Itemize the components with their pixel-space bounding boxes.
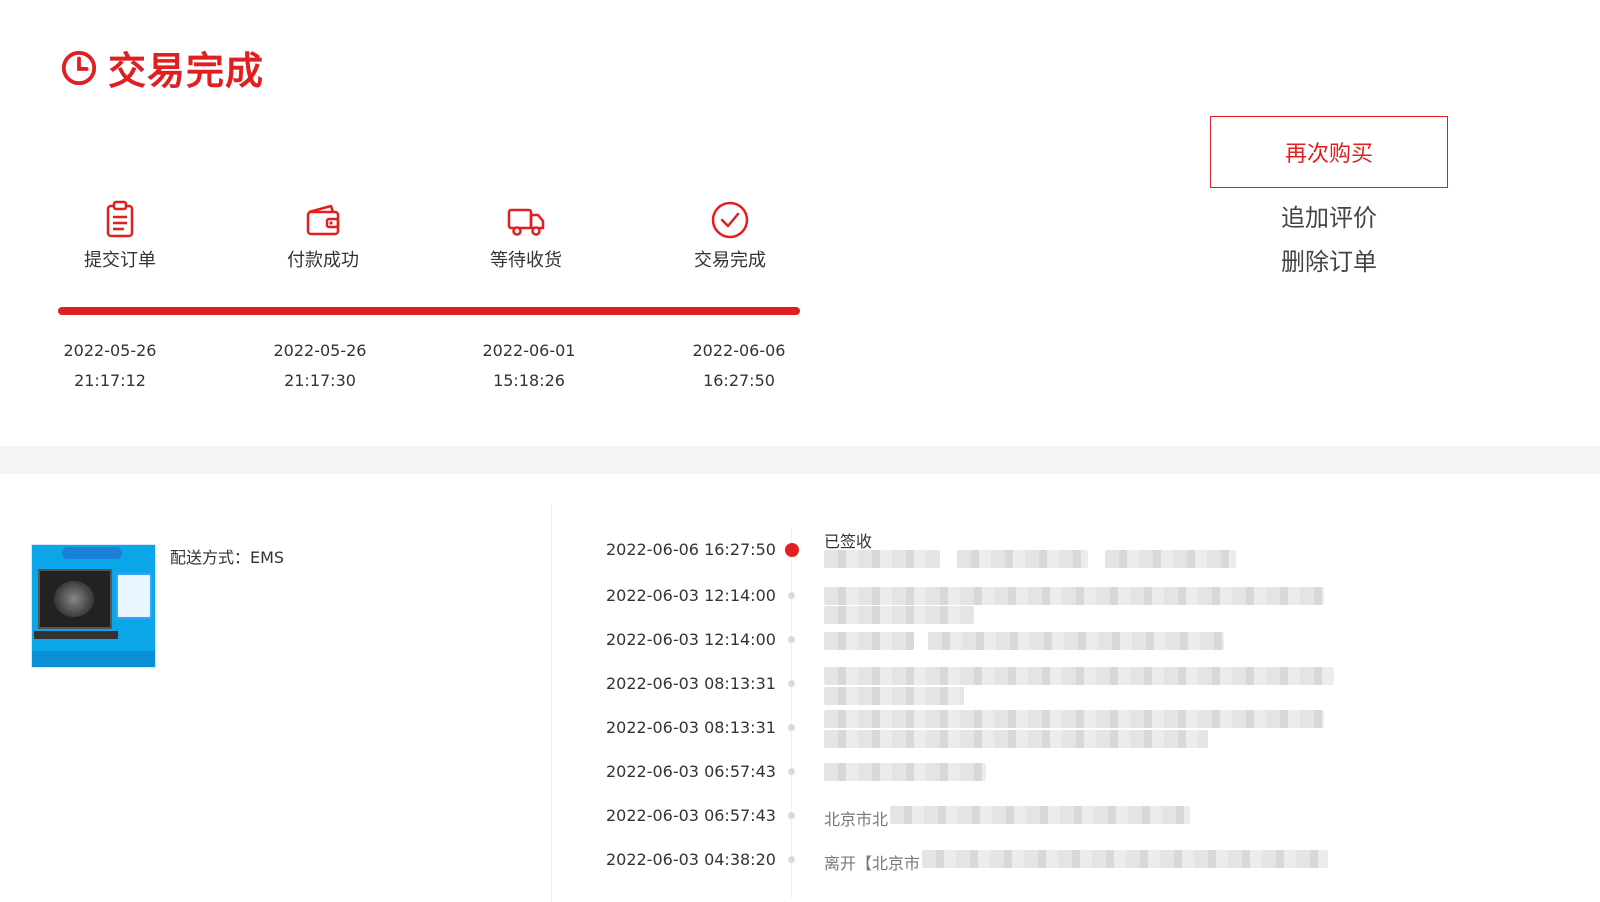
redacted-text bbox=[824, 730, 1208, 748]
redacted-text bbox=[824, 710, 1324, 728]
thumbnail-footer bbox=[32, 651, 155, 667]
redacted-text bbox=[1105, 550, 1236, 568]
step-label: 等待收货 bbox=[490, 250, 562, 271]
timeline-dot bbox=[788, 856, 795, 863]
tracking-row: 2022-06-03 08:13:31 bbox=[560, 710, 1560, 748]
timeline-dot bbox=[788, 680, 795, 687]
redacted-text bbox=[824, 667, 1334, 685]
step-date: 2022-05-26 bbox=[63, 341, 157, 360]
tracking-time: 2022-06-03 06:57:43 bbox=[606, 806, 776, 825]
step-payment-success: 付款成功 bbox=[243, 200, 403, 272]
step-date: 2022-06-01 bbox=[482, 341, 576, 360]
redacted-text bbox=[928, 632, 1224, 650]
step-time: 15:18:26 bbox=[493, 371, 565, 390]
redacted-text bbox=[824, 763, 986, 781]
order-status-panel: 交易完成 提交订单 付款成功 等待收货 交易完成 2022-05-26 21:1… bbox=[0, 0, 1600, 446]
redacted-text bbox=[824, 587, 1324, 605]
check-circle-icon bbox=[711, 201, 749, 239]
timeline-dot bbox=[788, 636, 795, 643]
tracking-row: 2022-06-03 06:57:43 北京市北 bbox=[560, 804, 1560, 829]
tracking-time: 2022-06-03 08:13:31 bbox=[606, 718, 776, 737]
step-trade-complete: 交易完成 bbox=[650, 200, 810, 272]
tracking-row: 2022-06-06 16:27:50 已签收 bbox=[560, 532, 1560, 568]
laptop-image bbox=[38, 569, 112, 629]
wallet-icon bbox=[306, 204, 340, 236]
timeline-dot-active bbox=[785, 543, 799, 557]
step-submit-order: 提交订单 bbox=[40, 200, 200, 272]
step-date: 2022-06-06 bbox=[692, 341, 786, 360]
step-timestamp: 2022-06-01 15:18:26 bbox=[459, 336, 599, 396]
tracking-desc: 已签收 bbox=[824, 532, 873, 551]
tracking-time: 2022-06-03 06:57:43 bbox=[606, 762, 776, 781]
promo-card bbox=[116, 573, 152, 619]
redacted-text bbox=[922, 850, 1328, 868]
add-review-link[interactable]: 追加评价 bbox=[1210, 204, 1448, 232]
step-timestamp: 2022-05-26 21:17:30 bbox=[250, 336, 390, 396]
redacted-text bbox=[957, 550, 1088, 568]
redacted-text bbox=[824, 687, 964, 705]
order-progress-steps: 提交订单 付款成功 等待收货 交易完成 bbox=[40, 200, 800, 280]
order-status-text: 交易完成 bbox=[108, 49, 265, 93]
tracking-row: 2022-06-03 04:38:20 离开【北京市 bbox=[560, 848, 1560, 873]
tracking-row: 2022-06-03 12:14:00 bbox=[560, 584, 1560, 624]
order-actions: 再次购买 追加评价 删除订单 bbox=[1210, 116, 1448, 276]
step-date: 2022-05-26 bbox=[273, 341, 367, 360]
step-timestamp: 2022-05-26 21:17:12 bbox=[40, 336, 180, 396]
progress-bar bbox=[58, 307, 800, 315]
tracking-time: 2022-06-06 16:27:50 bbox=[606, 540, 776, 559]
clock-icon bbox=[61, 50, 97, 85]
step-label: 交易完成 bbox=[694, 250, 766, 271]
step-label: 提交订单 bbox=[84, 250, 156, 271]
clipboard-icon bbox=[106, 200, 134, 238]
step-awaiting-delivery: 等待收货 bbox=[446, 200, 606, 272]
section-divider bbox=[0, 446, 1600, 474]
step-time: 21:17:30 bbox=[284, 371, 356, 390]
step-timestamp: 2022-06-06 16:27:50 bbox=[669, 336, 809, 396]
step-time: 16:27:50 bbox=[703, 371, 775, 390]
timeline-dot bbox=[788, 724, 795, 731]
tracking-time: 2022-06-03 12:14:00 bbox=[606, 630, 776, 649]
laptop-base bbox=[34, 631, 118, 639]
step-label: 付款成功 bbox=[287, 250, 359, 271]
redacted-text bbox=[824, 550, 940, 568]
tracking-time: 2022-06-03 08:13:31 bbox=[606, 674, 776, 693]
timeline-dot bbox=[788, 768, 795, 775]
order-detail-panel: 配送方式：EMS 2022-06-06 16:27:50 已签收 2022-06… bbox=[0, 474, 1600, 902]
redacted-text bbox=[824, 606, 974, 624]
delete-order-link[interactable]: 删除订单 bbox=[1210, 248, 1448, 276]
order-status: 交易完成 bbox=[60, 40, 264, 95]
timeline-dot bbox=[788, 592, 795, 599]
product-thumbnail[interactable] bbox=[31, 544, 156, 668]
tracking-row: 2022-06-03 08:13:31 bbox=[560, 667, 1560, 705]
truck-icon bbox=[507, 208, 545, 236]
rebuy-button[interactable]: 再次购买 bbox=[1210, 116, 1448, 188]
shipping-method: 配送方式：EMS bbox=[170, 548, 285, 567]
column-divider bbox=[551, 504, 552, 902]
tracking-time: 2022-06-03 04:38:20 bbox=[606, 850, 776, 869]
tracking-desc: 离开【北京市 bbox=[824, 854, 921, 873]
step-time: 21:17:12 bbox=[74, 371, 146, 390]
tracking-desc: 北京市北 bbox=[824, 810, 889, 829]
redacted-text bbox=[890, 806, 1190, 824]
redacted-text bbox=[824, 632, 914, 650]
step-timestamps: 2022-05-26 21:17:12 2022-05-26 21:17:30 … bbox=[40, 336, 800, 396]
tracking-time: 2022-06-03 12:14:00 bbox=[606, 586, 776, 605]
timeline-dot bbox=[788, 812, 795, 819]
tracking-row: 2022-06-03 06:57:43 bbox=[560, 760, 1560, 784]
thumbnail-banner bbox=[62, 547, 122, 559]
tracking-row: 2022-06-03 12:14:00 bbox=[560, 628, 1560, 652]
tracking-timeline: 2022-06-06 16:27:50 已签收 2022-06-03 12:14… bbox=[560, 524, 1560, 902]
